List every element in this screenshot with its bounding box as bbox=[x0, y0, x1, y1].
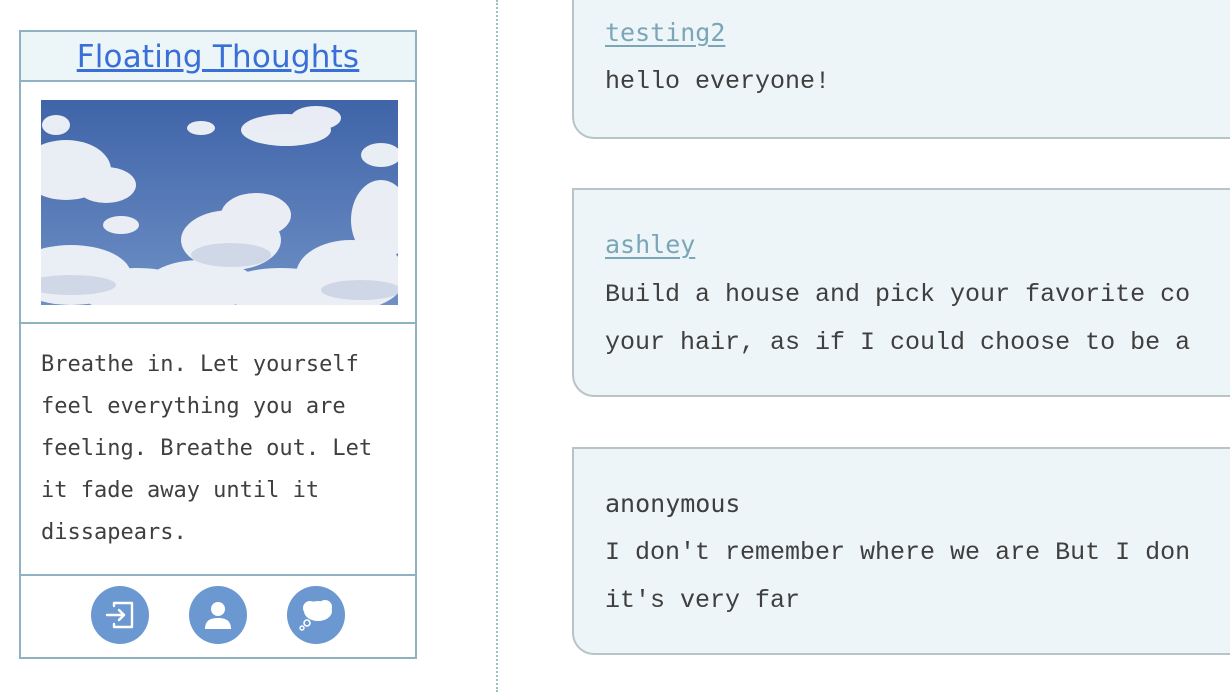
profile-icon bbox=[205, 602, 231, 629]
post-author-name: anonymous bbox=[605, 489, 741, 518]
sky-clouds-image bbox=[41, 100, 398, 305]
post-body: hello everyone! bbox=[605, 67, 831, 96]
post-author-link[interactable]: testing2 bbox=[605, 18, 725, 47]
sidebar-card: Floating Thoughts Breathe in. Let yourse… bbox=[19, 30, 417, 659]
post-card: ashley Build a house and pick your favor… bbox=[572, 188, 1230, 397]
thoughts-button[interactable] bbox=[287, 586, 345, 644]
profile-button[interactable] bbox=[189, 586, 247, 644]
post-body: I don't remember where we are But I don … bbox=[605, 538, 1191, 615]
sidebar-icon-row bbox=[21, 576, 415, 644]
login-icon bbox=[105, 601, 134, 629]
site-title-link[interactable]: Floating Thoughts bbox=[77, 39, 360, 75]
sky-image-section bbox=[21, 82, 415, 324]
post-body: Build a house and pick your favorite co … bbox=[605, 280, 1191, 357]
post-card: anonymous I don't remember where we are … bbox=[572, 447, 1230, 655]
quote-section: Breathe in. Let yourself feel everything… bbox=[21, 324, 415, 576]
thought-bubble-icon bbox=[299, 600, 332, 631]
sidebar-header: Floating Thoughts bbox=[21, 32, 415, 82]
quote-text: Breathe in. Let yourself feel everything… bbox=[41, 352, 373, 545]
post-card: testing2 hello everyone! bbox=[572, 0, 1230, 139]
column-divider bbox=[496, 0, 498, 692]
login-button[interactable] bbox=[91, 586, 149, 644]
post-author-link[interactable]: ashley bbox=[605, 230, 695, 259]
